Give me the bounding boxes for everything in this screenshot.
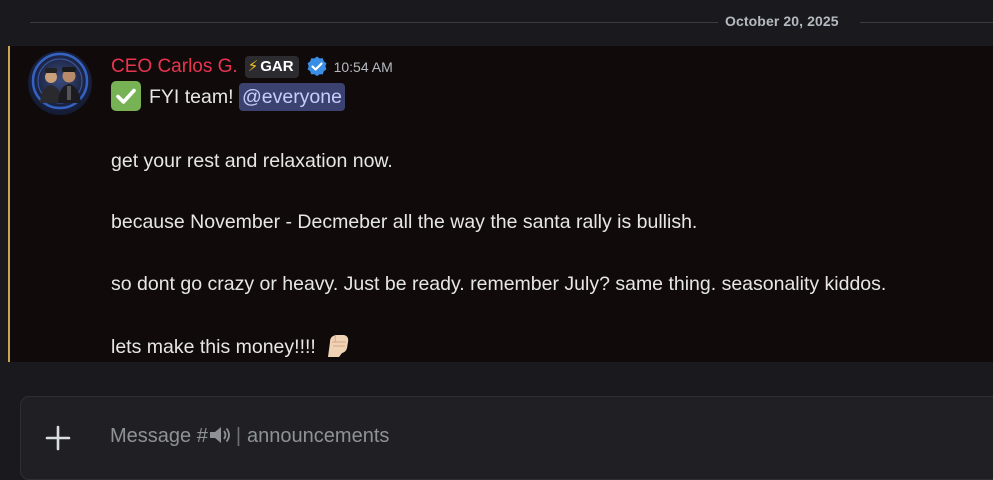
divider-line bbox=[30, 22, 718, 23]
message-item[interactable]: CEO Carlos G. ⚡ GAR 10:54 AM FYI team! @eve… bbox=[8, 46, 993, 362]
channel-name: announcements bbox=[247, 425, 390, 447]
separator: | bbox=[235, 425, 242, 447]
everyone-mention[interactable]: @everyone bbox=[238, 83, 345, 112]
guild-tag[interactable]: ⚡ GAR bbox=[244, 56, 299, 78]
intro-text: FYI team! bbox=[149, 86, 234, 109]
check-mark-emoji-icon bbox=[111, 81, 141, 111]
avatar[interactable] bbox=[28, 51, 92, 115]
speaker-icon bbox=[208, 424, 232, 446]
message-line: FYI team! @everyone bbox=[111, 81, 345, 113]
message-line: so dont go crazy or heavy. Just be ready… bbox=[111, 273, 887, 295]
guild-tag-label: GAR bbox=[260, 58, 294, 75]
date-label: October 20, 2025 bbox=[725, 13, 839, 29]
message-line: lets make this money!!!! bbox=[111, 333, 352, 363]
chat-view: October 20, 2025 CEO Carlos G. ⚡ GAR 10:54 … bbox=[0, 0, 993, 480]
message-line-text: lets make this money!!!! bbox=[111, 336, 316, 359]
divider-line bbox=[860, 22, 993, 23]
plus-icon[interactable] bbox=[43, 423, 73, 453]
message-input[interactable]: Message # | announcements bbox=[110, 425, 389, 448]
placeholder-prefix: Message # bbox=[110, 425, 208, 447]
author-name[interactable]: CEO Carlos G. bbox=[111, 56, 238, 78]
message-line: get your rest and relaxation now. bbox=[111, 150, 393, 172]
message-timestamp[interactable]: 10:54 AM bbox=[334, 59, 393, 75]
verified-badge-icon bbox=[305, 55, 329, 79]
raised-fist-emoji-icon bbox=[322, 330, 352, 360]
lightning-bolt-icon: ⚡ bbox=[247, 58, 259, 75]
message-header: CEO Carlos G. ⚡ GAR 10:54 AM bbox=[111, 55, 393, 79]
date-divider: October 20, 2025 bbox=[30, 12, 993, 32]
message-composer[interactable]: Message # | announcements bbox=[20, 396, 993, 480]
message-line: because November - Decmeber all the way … bbox=[111, 211, 698, 233]
